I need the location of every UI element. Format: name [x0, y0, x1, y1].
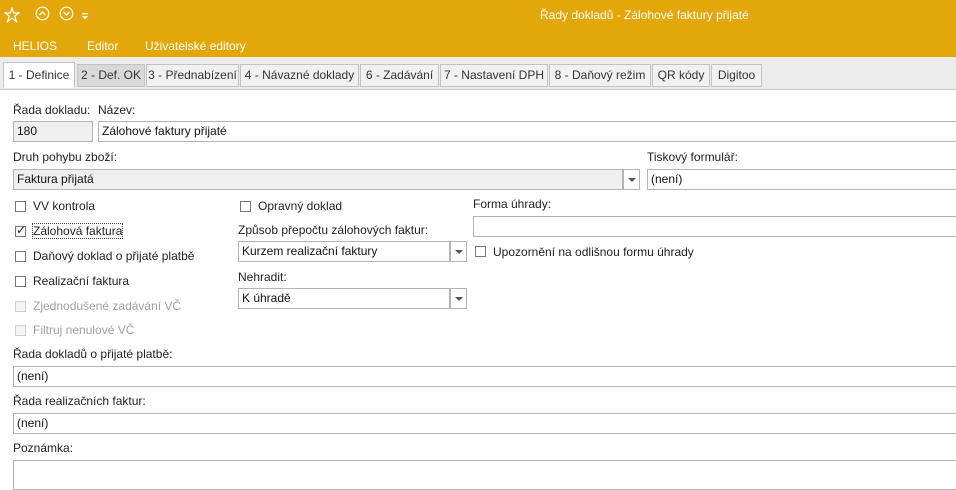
title-bar: Řady dokladů - Zálohové faktury přijaté	[0, 0, 956, 34]
menu-bar: HELIOS Editor Uživatelské editory	[0, 34, 956, 57]
filtruj-checkbox	[15, 325, 26, 336]
poznamka-label: Poznámka:	[13, 441, 74, 455]
chevron-down-icon	[628, 178, 636, 182]
nehradit-dropdown-button[interactable]	[450, 288, 467, 309]
menu-uzivatelske-editory[interactable]: Uživatelské editory	[145, 39, 246, 53]
tab-danovy-rezim[interactable]: 8 - Daňový režim	[549, 64, 651, 87]
druh-dropdown-button[interactable]	[623, 169, 640, 190]
druh-select[interactable]: Faktura přijatá	[13, 169, 623, 190]
star-icon[interactable]	[3, 6, 21, 26]
tab-def-ok[interactable]: 2 - Def. OK	[77, 64, 145, 87]
check-icon: ✓	[16, 223, 27, 237]
forma-uhrady-field[interactable]	[473, 216, 956, 237]
zpusob-label: Způsob přepočtu zálohových faktur:	[238, 223, 429, 237]
filtruj-label: Filtruj nenulové VČ	[33, 323, 135, 337]
tab-definice[interactable]: 1 - Definice	[3, 62, 75, 88]
druh-label: Druh pohybu zboží:	[13, 150, 118, 164]
vv-kontrola-checkbox[interactable]	[15, 201, 26, 212]
chevron-down-icon	[455, 250, 463, 254]
window-title: Řady dokladů - Zálohové faktury přijaté	[540, 8, 749, 22]
zjednodusene-label: Zjednodušené zadávání VČ	[33, 299, 182, 313]
tab-qr-kody[interactable]: QR kódy	[652, 64, 710, 87]
nazev-label: Název:	[98, 103, 136, 117]
tiskovy-label: Tiskový formulář:	[647, 150, 738, 164]
chevron-down-icon	[455, 297, 463, 301]
forma-uhrady-label: Forma úhrady:	[473, 197, 552, 211]
opravny-label: Opravný doklad	[258, 199, 343, 213]
tab-nastaveni-dph[interactable]: 7 - Nastavení DPH	[440, 64, 548, 87]
tab-strip: 1 - Definice 2 - Def. OK 3 - Přednabízen…	[0, 57, 956, 90]
rada-platbe-label: Řada dokladů o přijaté platbě:	[13, 347, 173, 361]
nehradit-select[interactable]: K úhradě	[238, 288, 450, 309]
tab-digitoo[interactable]: Digitoo	[711, 64, 762, 87]
zjednodusene-checkbox	[15, 301, 26, 312]
tiskovy-field[interactable]: (není)	[647, 169, 956, 190]
rada-platbe-field[interactable]: (není)	[13, 366, 956, 387]
customize-dropdown-icon[interactable]	[81, 10, 89, 24]
danovy-doklad-label: Daňový doklad o přijaté platbě	[33, 249, 195, 263]
rada-realizacnich-field[interactable]: (není)	[13, 413, 956, 434]
zpusob-dropdown-button[interactable]	[450, 241, 467, 262]
realizacni-checkbox[interactable]	[15, 276, 26, 287]
chevron-down-circle-icon[interactable]	[59, 6, 74, 24]
tab-zadavani[interactable]: 6 - Zadávání	[360, 64, 439, 87]
upozorneni-checkbox[interactable]	[475, 246, 486, 257]
zalohova-checkbox[interactable]: ✓	[15, 223, 27, 237]
zalohova-label: Zálohová faktura	[31, 223, 124, 239]
rada-realizacnich-label: Řada realizačních faktur:	[13, 394, 146, 408]
tab-prednabizeni[interactable]: 3 - Přednabízení	[146, 64, 239, 87]
menu-helios[interactable]: HELIOS	[13, 39, 57, 53]
zpusob-select[interactable]: Kurzem realizační faktury	[238, 241, 450, 262]
tab-navazne-doklady[interactable]: 4 - Návazné doklady	[240, 64, 359, 87]
opravny-checkbox[interactable]	[240, 201, 251, 212]
nehradit-label: Nehradit:	[238, 270, 287, 284]
poznamka-field[interactable]	[13, 460, 956, 490]
realizacni-label: Realizační faktura	[33, 274, 130, 288]
chevron-up-circle-icon[interactable]	[35, 6, 50, 24]
upozorneni-label: Upozornění na odlišnou formu úhrady	[493, 245, 694, 259]
rada-label: Řada dokladu:	[13, 103, 91, 117]
nazev-field[interactable]: Zálohové faktury přijaté	[98, 121, 956, 142]
vv-kontrola-label: VV kontrola	[33, 199, 96, 213]
danovy-doklad-checkbox[interactable]	[15, 251, 26, 262]
rada-field[interactable]: 180	[13, 121, 93, 142]
menu-editor[interactable]: Editor	[87, 39, 118, 53]
